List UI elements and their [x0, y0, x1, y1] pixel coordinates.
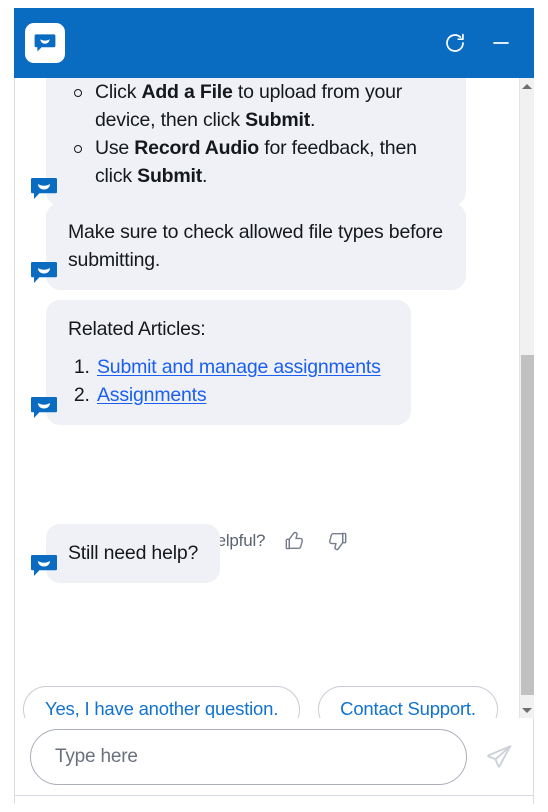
bot-avatar: [29, 393, 59, 423]
thumbs-down-button[interactable]: [323, 526, 353, 556]
refresh-button[interactable]: [438, 26, 472, 60]
article-link[interactable]: Assignments: [97, 384, 207, 406]
message-bubble: Still need help?: [46, 524, 221, 583]
bot-avatar-icon: [31, 397, 57, 418]
bot-avatar: [29, 174, 59, 204]
chat-bubble-smile-logo-icon: [34, 34, 56, 52]
quick-reply-contact-support[interactable]: Contact Support.: [318, 686, 498, 718]
message-input-wrapper[interactable]: [30, 729, 468, 785]
list-item: Submit and manage assignments: [95, 353, 389, 381]
bot-avatar: [29, 551, 59, 581]
quick-reply-another-question[interactable]: Yes, I have another question.: [23, 686, 301, 718]
chat-widget: Click Add a File to upload from your dev…: [0, 0, 548, 812]
message-bubble: Make sure to check allowed file types be…: [46, 203, 466, 290]
message-bubble: Click Add a File to upload from your dev…: [46, 78, 466, 206]
message-row: Still need help?: [15, 524, 221, 583]
thumbs-up-icon: [285, 531, 304, 550]
chat-logo: [25, 23, 65, 63]
quick-reply-list: Yes, I have another question. Contact Su…: [23, 686, 513, 718]
list-item: Click Add a File to upload from your dev…: [68, 78, 444, 134]
related-articles-bubble: Related Articles: Submit and manage assi…: [46, 300, 411, 425]
instruction-list: Click Add a File to upload from your dev…: [68, 78, 444, 190]
message-row: Click Add a File to upload from your dev…: [15, 78, 466, 206]
bot-avatar-icon: [31, 555, 57, 576]
list-item: Use Record Audio for feedback, then clic…: [68, 134, 444, 190]
bot-avatar: [29, 258, 59, 288]
scroll-down-arrow-icon[interactable]: [520, 702, 534, 718]
bot-avatar-icon: [31, 262, 57, 283]
message-list[interactable]: Click Add a File to upload from your dev…: [15, 78, 519, 718]
article-link[interactable]: Submit and manage assignments: [97, 356, 381, 378]
message-composer: [15, 719, 519, 795]
scrollbar-thumb[interactable]: [521, 355, 534, 695]
message-input[interactable]: [31, 730, 467, 784]
chat-header: [14, 8, 534, 78]
refresh-icon: [446, 33, 464, 52]
related-articles-title: Related Articles:: [68, 318, 206, 340]
message-row: Make sure to check allowed file types be…: [15, 203, 466, 290]
minimize-button[interactable]: [484, 26, 518, 60]
scroll-up-arrow-icon[interactable]: [520, 78, 534, 94]
thumbs-up-button[interactable]: [279, 526, 309, 556]
frame-bottom-border: [14, 795, 534, 796]
send-paper-plane-icon: [487, 745, 512, 768]
minimize-icon: [493, 42, 509, 44]
list-item: Assignments: [95, 381, 389, 409]
related-articles-list: Submit and manage assignments Assignment…: [68, 353, 389, 409]
message-row: Related Articles: Submit and manage assi…: [15, 300, 411, 425]
bot-avatar-icon: [31, 178, 57, 199]
message-text: Still need help?: [68, 542, 199, 564]
send-button[interactable]: [479, 737, 519, 777]
message-list-scrollbar[interactable]: [519, 78, 534, 718]
message-text: Make sure to check allowed file types be…: [68, 221, 443, 271]
thumbs-down-icon: [329, 532, 347, 551]
